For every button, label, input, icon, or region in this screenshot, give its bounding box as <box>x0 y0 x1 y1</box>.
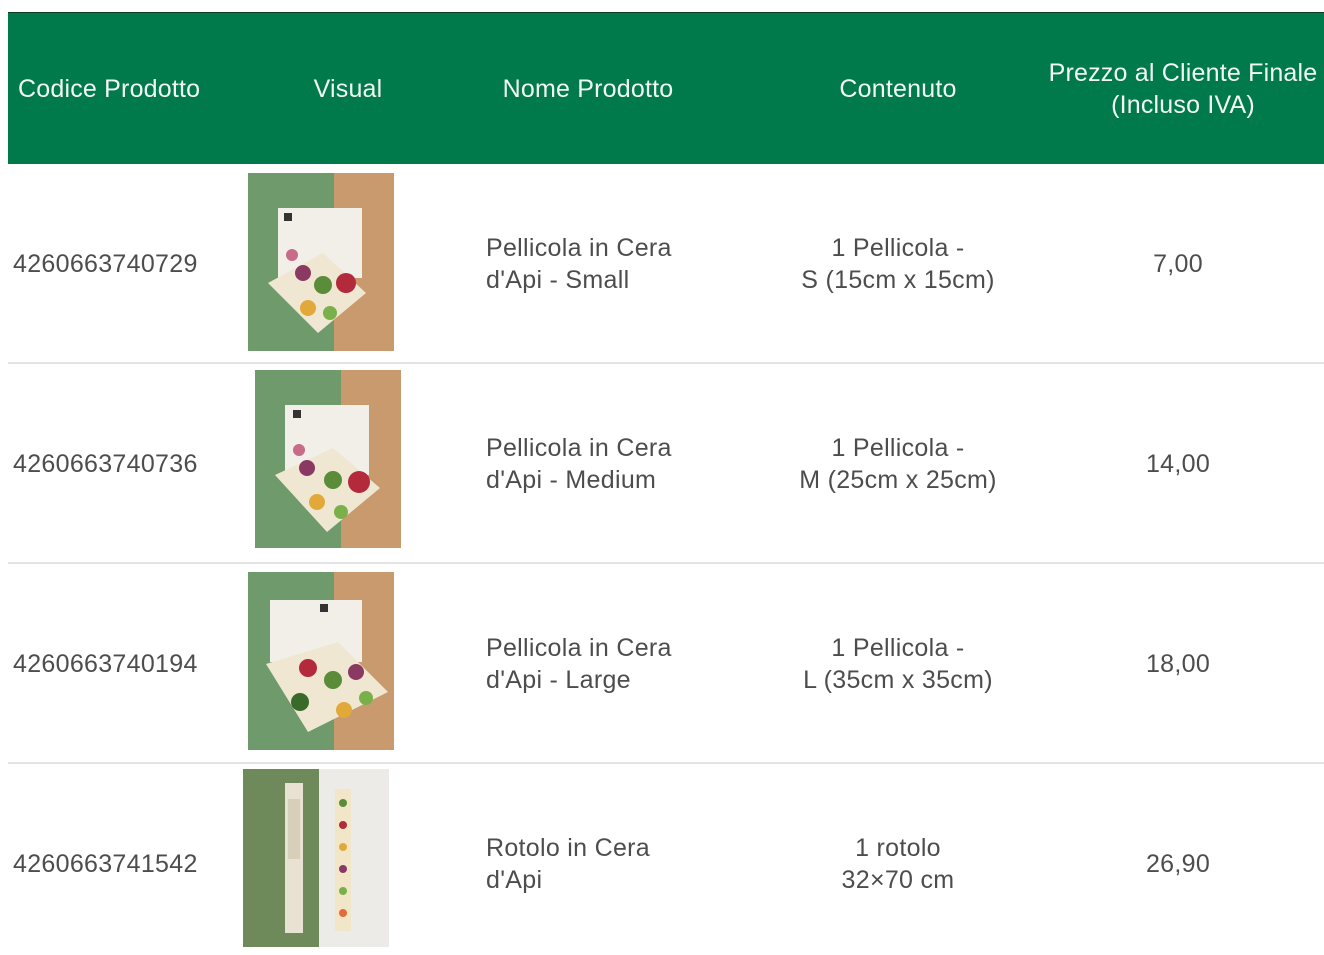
product-table-page: Codice Prodotto Visual Nome Prodotto Con… <box>0 0 1324 955</box>
product-name: Rotolo in Cera d'Api <box>486 834 651 894</box>
table-row: 4260663740194 Pellicola in Cera d'Api - … <box>8 564 1324 764</box>
header-name: Nome Prodotto <box>502 74 674 103</box>
product-code: 4260663740729 <box>13 250 198 278</box>
product-content: 1 Pellicola - M (25cm x 25cm) <box>799 434 997 494</box>
beeswax-wrap-large-image <box>248 572 394 750</box>
product-price: 26,90 <box>1145 850 1211 878</box>
header-code: Codice Prodotto <box>18 74 201 103</box>
beeswax-wrap-medium-image <box>255 370 401 548</box>
product-content: 1 Pellicola - L (35cm x 35cm) <box>803 634 993 694</box>
product-name: Pellicola in Cera d'Api - Large <box>486 634 672 694</box>
top-margin <box>0 0 1324 12</box>
table-header: Codice Prodotto Visual Nome Prodotto Con… <box>8 12 1324 164</box>
product-code: 4260663740736 <box>13 450 198 478</box>
header-visual: Visual <box>313 74 383 103</box>
product-price: 7,00 <box>1153 250 1203 278</box>
product-code: 4260663741542 <box>13 850 198 878</box>
table-row: 4260663740736 Pellicola in Cera d'Api - … <box>8 364 1324 564</box>
product-price: 18,00 <box>1145 650 1211 678</box>
product-content: 1 rotolo 32×70 cm <box>841 834 955 894</box>
product-code: 4260663740194 <box>13 650 198 678</box>
table-row: 4260663740729 Pellicola in Cera d'Api - … <box>8 164 1324 364</box>
table-row: 4260663741542 Rotolo in Cera d'Api 1 rot… <box>8 764 1324 955</box>
beeswax-roll-image <box>243 769 389 947</box>
product-name: Pellicola in Cera d'Api - Medium <box>486 434 672 494</box>
product-name: Pellicola in Cera d'Api - Small <box>486 234 672 294</box>
product-price: 14,00 <box>1145 450 1211 478</box>
header-price: Prezzo al Cliente Finale (Incluso IVA) <box>1048 58 1318 119</box>
product-content: 1 Pellicola - S (15cm x 15cm) <box>801 234 995 294</box>
header-content: Contenuto <box>839 74 957 103</box>
beeswax-wrap-small-image <box>248 173 394 351</box>
